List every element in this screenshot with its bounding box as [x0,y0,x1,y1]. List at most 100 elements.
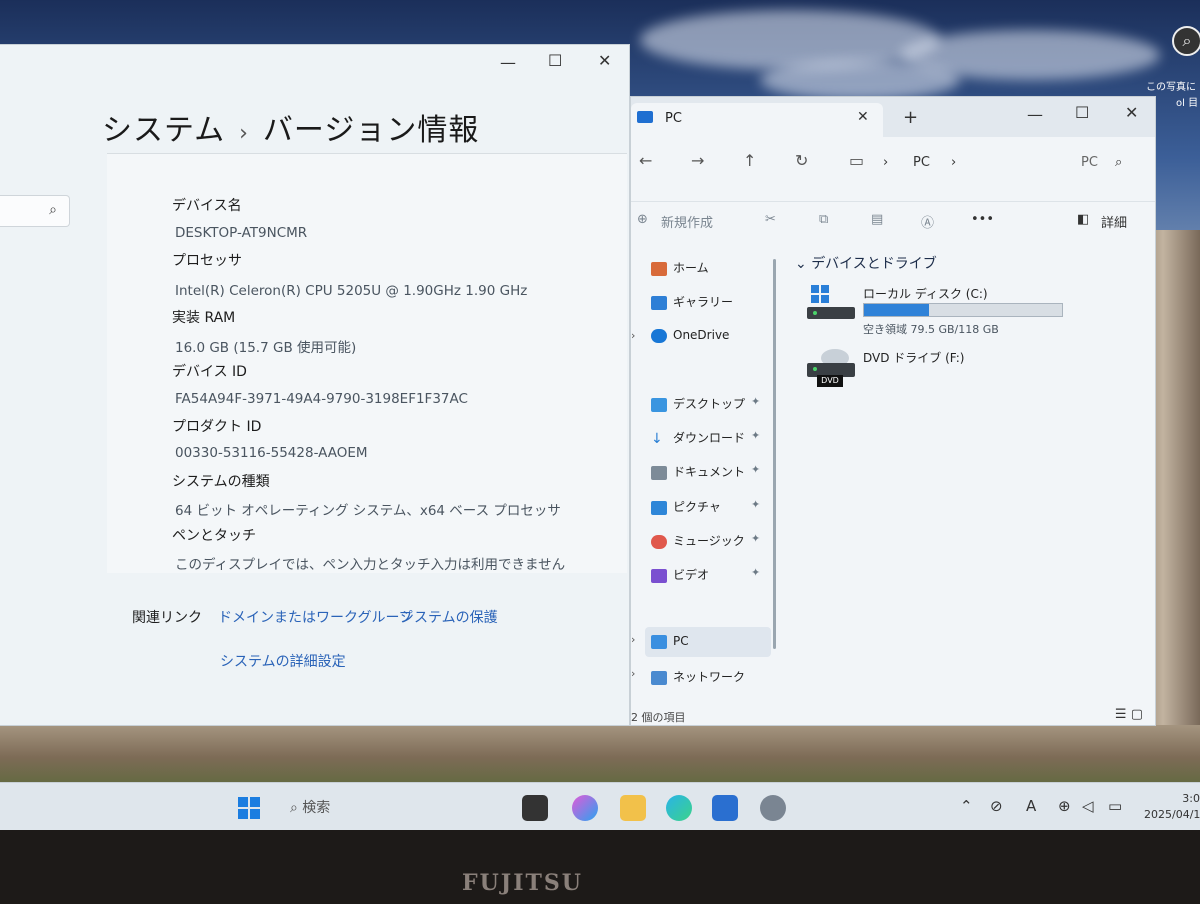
breadcrumb-pc[interactable]: PC [913,155,930,170]
spec-label-pen-touch: ペンとタッチ [172,528,256,544]
task-view-icon[interactable] [522,795,548,821]
sidebar-item-gallery[interactable]: ギャラリー [651,293,733,317]
sidebar-item-label: ミュージック [673,534,745,548]
sidebar-item-desktop[interactable]: デスクトップ ✦ [651,395,760,419]
chevron-right-icon[interactable]: › [631,329,635,342]
sidebar-scrollbar[interactable] [773,259,776,649]
pin-icon[interactable]: ✦ [751,498,760,511]
sidebar-item-downloads[interactable]: ↓ ダウンロード ✦ [651,429,760,453]
monitor-icon[interactable]: ▭ [849,151,864,170]
copilot-icon[interactable] [572,795,598,821]
breadcrumb-system[interactable]: システム [102,113,225,148]
sidebar-item-label: ネットワーク [673,670,746,684]
details-pane-icon[interactable]: ◧ [1077,212,1089,227]
download-icon: ↓ [651,430,663,447]
copy-icon[interactable]: ⧉ [819,212,828,227]
close-button[interactable]: ✕ [1125,103,1138,122]
advanced-system-settings-link[interactable]: システムの詳細設定 [220,651,346,671]
globe-icon[interactable]: ⊕ [1058,797,1071,815]
new-button[interactable]: 新規作成 [661,212,713,231]
volume-icon[interactable]: ◁ [1082,797,1094,815]
pin-icon[interactable]: ✦ [751,566,760,579]
view-toggle[interactable]: ☰ ▢ [1115,707,1143,722]
taskbar-search[interactable]: ⌕ 検索 [290,797,330,817]
back-arrow-icon[interactable]: ← [639,151,652,170]
search-input[interactable]: PC [1081,155,1098,170]
pin-icon[interactable]: ✦ [751,429,760,442]
settings-gear-icon[interactable] [760,795,786,821]
drive-usage-fill [864,304,930,316]
pin-icon[interactable]: ✦ [751,463,760,476]
system-protection-link[interactable]: システムの保護 [400,607,498,627]
status-bar-item-count: 2 個の項目 [631,711,686,724]
desktop-folder-icon [651,397,667,412]
file-explorer-icon[interactable] [620,795,646,821]
sidebar-item-home[interactable]: ホーム [651,259,709,283]
sidebar-item-music[interactable]: ミュージック ✦ [651,532,760,556]
sidebar-item-pc[interactable]: PC [651,634,689,658]
drive-name: DVD ドライブ (F:) [863,351,965,365]
edge-browser-icon[interactable] [666,795,692,821]
start-windows-icon[interactable] [236,795,262,821]
video-icon [651,568,667,583]
pin-icon[interactable]: ✦ [751,532,760,545]
no-network-icon[interactable]: ⊘ [990,797,1003,815]
tab-label: PC [665,111,682,126]
settings-search-input[interactable]: ⌕ [0,195,70,227]
up-arrow-icon[interactable]: ↑ [743,151,756,170]
spec-label-device-id: デバイス ID [172,364,247,380]
related-links-label: 関連リンク [132,610,202,626]
chevron-right-icon[interactable]: › [951,155,956,170]
dvd-drive-icon: DVD [807,349,855,387]
ime-icon[interactable]: A [1026,797,1036,815]
chevron-right-icon[interactable]: › [631,633,635,646]
chevron-up-icon[interactable]: ⌃ [960,797,973,815]
sidebar-item-label: ビデオ [673,568,710,582]
photo-info-icon[interactable]: ⌕ [1172,26,1200,56]
tiles-view-icon[interactable]: ▢ [1131,707,1143,722]
sidebar-item-network[interactable]: ネットワーク [651,668,745,692]
spec-value-device-name: DESKTOP-AT9NCMR [175,225,308,241]
sidebar-item-onedrive[interactable]: OneDrive [651,328,729,352]
taskbar-search-label: 検索 [302,800,331,816]
details-view-icon[interactable]: ☰ [1115,707,1127,722]
sidebar-item-pictures[interactable]: ピクチャ ✦ [651,498,760,522]
devices-drives-section-header[interactable]: ⌄ デバイスとドライブ [795,253,937,273]
close-tab-icon[interactable]: ✕ [857,109,869,125]
spec-value-ram: 16.0 GB (15.7 GB 使用可能) [175,340,357,356]
domain-workgroup-link[interactable]: ドメインまたはワークグループ [218,607,413,627]
paste-icon[interactable]: ▤ [871,212,883,227]
pin-icon[interactable]: ✦ [751,395,760,408]
laptop-bezel: FUJITSU [0,830,1200,904]
maximize-button[interactable]: ☐ [1075,103,1089,122]
spec-value-device-id: FA54A94F-3971-49A4-9790-3198EF1F37AC [175,391,468,407]
navigation-bar: ← → ↑ ↻ ▭ › PC › PC ⌕ [631,141,1155,181]
forward-arrow-icon[interactable]: → [691,151,704,170]
clock[interactable]: 3:0 2025/04/1 [1144,791,1200,823]
details-button[interactable]: 詳細 [1101,212,1127,231]
brand-logo: FUJITSU [462,870,583,896]
chevron-right-icon[interactable]: › [631,667,635,680]
rename-icon[interactable]: Ⓐ [921,212,934,231]
tab-pc[interactable]: PC ✕ [631,103,883,137]
landscape-scenery [0,725,1200,790]
settings-window: — ☐ ✕ システム › バージョン情報 ⌕ デバイス名 DESKTOP-AT9NC… [0,44,630,726]
battery-icon[interactable]: ▭ [1108,797,1122,815]
search-icon[interactable]: ⌕ [1115,155,1122,170]
sidebar-item-videos[interactable]: ビデオ ✦ [651,566,760,590]
refresh-icon[interactable]: ↻ [795,151,808,170]
new-tab-button[interactable]: + [903,107,918,128]
document-icon [651,465,667,480]
sidebar-item-documents[interactable]: ドキュメント ✦ [651,463,760,487]
command-bar: ⊕ 新規作成 ✂ ⧉ ▤ Ⓐ ••• ◧ 詳細 [631,201,1155,237]
minimize-button[interactable]: — [1027,105,1043,124]
maximize-button[interactable]: ☐ [548,51,562,70]
new-plus-icon: ⊕ [637,212,648,227]
minimize-button[interactable]: — [500,53,516,72]
store-icon[interactable] [712,795,738,821]
drive-name: ローカル ディスク (C:) [863,287,988,301]
more-options-icon[interactable]: ••• [971,212,994,227]
spec-value-processor: Intel(R) Celeron(R) CPU 5205U @ 1.90GHz … [175,283,528,299]
cut-icon[interactable]: ✂ [765,212,776,227]
close-button[interactable]: ✕ [598,51,611,70]
